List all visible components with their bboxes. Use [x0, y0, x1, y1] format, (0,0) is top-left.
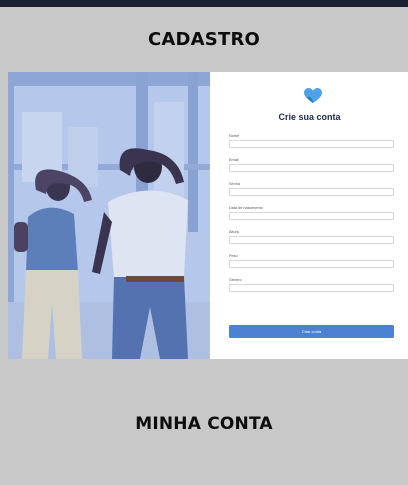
height-label: Altura [229, 230, 239, 234]
height-field[interactable] [229, 236, 394, 244]
section-title-my-account: MINHA CONTA [135, 414, 273, 434]
email-label: Email [229, 158, 239, 162]
weight-field[interactable] [229, 260, 394, 268]
gender-label: Gênero [229, 278, 242, 282]
signup-form: Crie sua conta Nome Email Senha Data de … [210, 72, 408, 359]
email-field[interactable] [229, 164, 394, 172]
signup-screen-preview: Crie sua conta Nome Email Senha Data de … [8, 72, 408, 359]
form-title: Crie sua conta [278, 112, 341, 122]
people-stretching-image [8, 72, 210, 359]
name-label: Nome [229, 134, 240, 138]
name-field[interactable] [229, 140, 394, 148]
hero-photo [8, 72, 210, 359]
gender-field[interactable] [229, 284, 394, 292]
weight-label: Peso [229, 254, 238, 258]
heart-icon [304, 88, 322, 103]
birthdate-field[interactable] [229, 212, 394, 220]
password-label: Senha [229, 182, 240, 186]
top-bar [0, 0, 408, 7]
page-title: CADASTRO [147, 29, 261, 50]
birthdate-label: Data de nascimento [229, 206, 263, 210]
create-account-button[interactable]: Criar conta [229, 325, 394, 338]
password-field[interactable] [229, 188, 394, 196]
